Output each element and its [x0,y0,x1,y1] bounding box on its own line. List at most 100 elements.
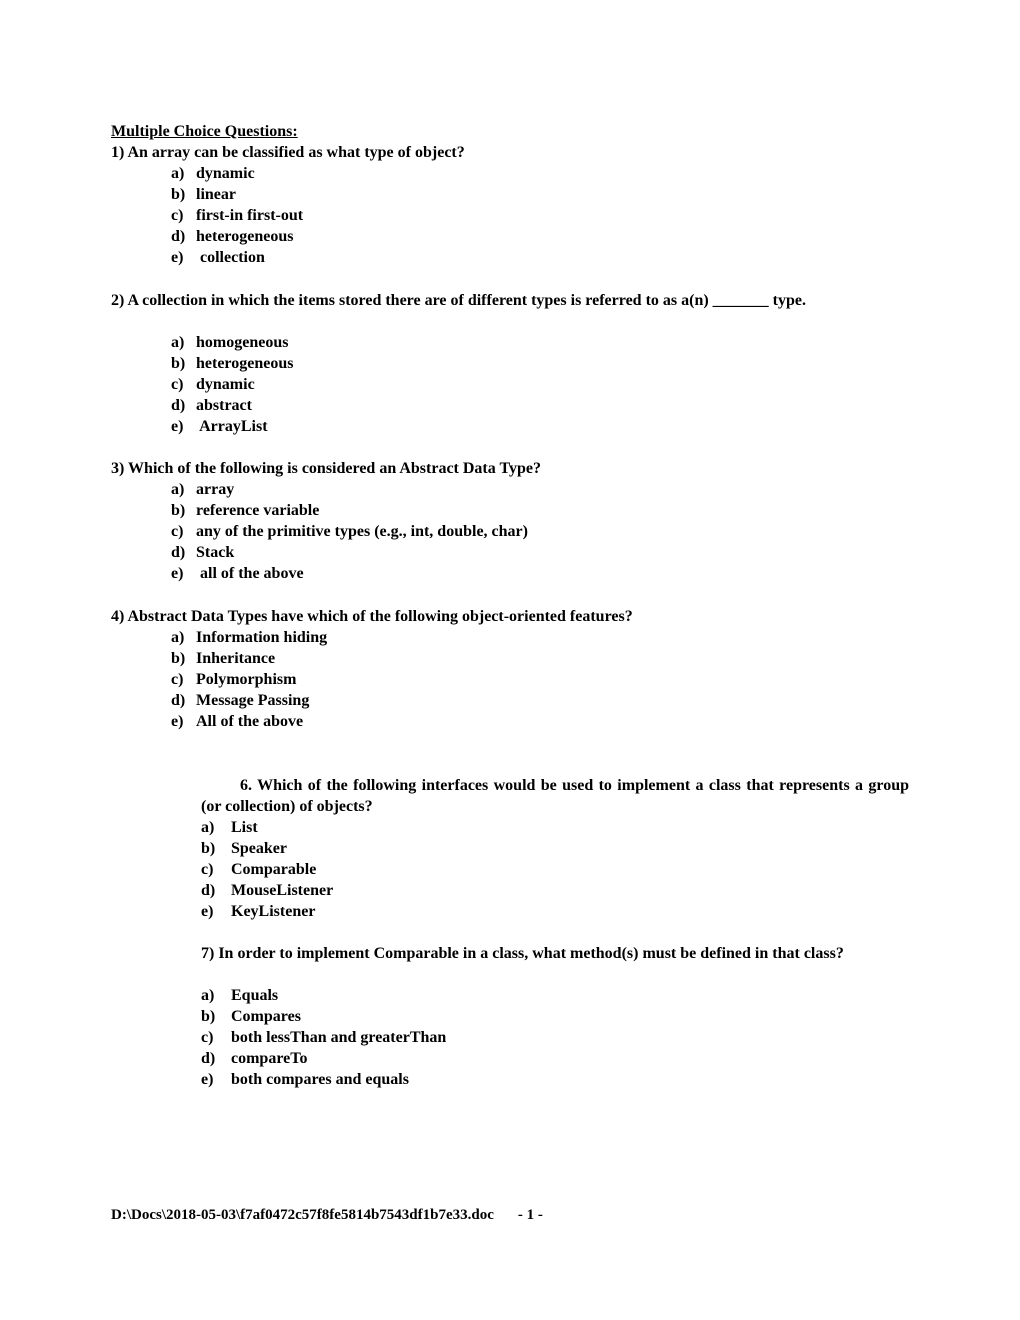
option-label: c) [171,671,184,688]
option-label: a) [171,334,185,351]
option-label: c) [171,207,184,224]
option-text: Inheritance [196,650,276,667]
option: e) ArrayList [171,416,268,437]
option-label: e) [171,565,184,582]
option-text: KeyListener [231,903,316,920]
option-text: List [231,819,258,836]
option: d) heterogeneous [171,226,293,247]
option: b) reference variable [171,500,319,521]
option-text: heterogeneous [196,228,294,245]
option: e) collection [171,247,265,268]
option-label: e) [171,418,184,435]
option: c) both lessThan and greaterThan [201,1027,446,1048]
option: d) compareTo [201,1048,307,1069]
question-prompt: 7) In order to implement Comparable in a… [201,945,844,962]
option-text: Polymorphism [196,671,297,688]
option-label: c) [171,376,184,393]
option: a) dynamic [171,163,255,184]
option: d) MouseListener [201,880,333,901]
option-label: c) [201,1029,214,1046]
option-label: b) [201,1008,216,1025]
option: a) Equals [201,985,278,1006]
option-text: Compares [231,1008,301,1025]
option-label: d) [171,397,186,414]
option-text: homogeneous [196,334,289,351]
option: e) KeyListener [201,901,315,922]
option: e) All of the above [171,711,303,732]
question-prompt: 4) Abstract Data Types have which of the… [111,608,633,625]
option-label: a) [171,629,185,646]
option-text: linear [196,186,236,203]
option-text: Speaker [231,840,287,857]
option-label: d) [201,882,216,899]
option-text: heterogeneous [196,355,294,372]
option-text: array [196,481,235,498]
option: a) array [171,479,234,500]
option-text: collection [196,249,265,266]
option-label: e) [171,713,184,730]
option-label: b) [201,840,216,857]
question-prompt: 1) An array can be classified as what ty… [111,144,465,161]
option-label: d) [201,1050,216,1067]
option-label: d) [171,692,186,709]
option-text: Information hiding [196,629,328,646]
option-text: Message Passing [196,692,310,709]
option: c) Polymorphism [171,669,296,690]
option-text: MouseListener [231,882,334,899]
option-label: d) [171,228,186,245]
option: c) dynamic [171,374,255,395]
option-label: d) [171,544,186,561]
option: a) homogeneous [171,332,288,353]
section-heading: Multiple Choice Questions: [111,123,298,140]
option-label: a) [171,481,185,498]
option-label: e) [171,249,184,266]
option: b) Inheritance [171,648,275,669]
file-path: D:\Docs\2018-05-03\f7af0472c57f8fe5814b7… [111,1207,494,1223]
option-label: e) [201,903,214,920]
option-text: any of the primitive types (e.g., int, d… [196,523,528,540]
option-text: compareTo [231,1050,308,1067]
option-label: b) [171,650,186,667]
option-label: c) [171,523,184,540]
option: b) Compares [201,1006,301,1027]
option: c) first-in first-out [171,205,303,226]
option-label: a) [201,819,215,836]
option: b) linear [171,184,236,205]
option-text: All of the above [196,713,304,730]
option: a) Information hiding [171,627,327,648]
page-number: - 1 - [517,1207,543,1223]
option: b) heterogeneous [171,353,293,374]
option-label: b) [171,186,186,203]
option-text: abstract [196,397,252,414]
option-label: a) [201,987,215,1004]
option-label: a) [171,165,185,182]
page-footer: D:\Docs\2018-05-03\f7af0472c57f8fe5814b7… [111,1205,543,1226]
option-label: b) [171,502,186,519]
option-text: reference variable [196,502,320,519]
option-label: e) [201,1071,214,1088]
option-text: Stack [196,544,235,561]
option-text: ArrayList [196,418,268,435]
option-text: all of the above [196,565,304,582]
option: a) List [201,817,258,838]
option-text: dynamic [196,165,255,182]
option: b) Speaker [201,838,287,859]
question-prompt: 6. Which of the following interfaces wou… [201,777,909,815]
option-label: b) [171,355,186,372]
option: c) any of the primitive types (e.g., int,… [171,521,528,542]
option-label: c) [201,861,214,878]
option-text: Comparable [231,861,317,878]
option-text: both lessThan and greaterThan [231,1029,447,1046]
option: d) Message Passing [171,690,309,711]
option-text: first-in first-out [196,207,304,224]
option: d) Stack [171,542,234,563]
option: e) all of the above [171,563,304,584]
option-text: both compares and equals [231,1071,409,1088]
option: e) both compares and equals [201,1069,409,1090]
question-prompt: 3) Which of the following is considered … [111,460,541,477]
option: d) abstract [171,395,252,416]
option-text: Equals [231,987,279,1004]
option-text: dynamic [196,376,255,393]
option: c) Comparable [201,859,316,880]
question-prompt: 2) A collection in which the items store… [111,292,806,309]
